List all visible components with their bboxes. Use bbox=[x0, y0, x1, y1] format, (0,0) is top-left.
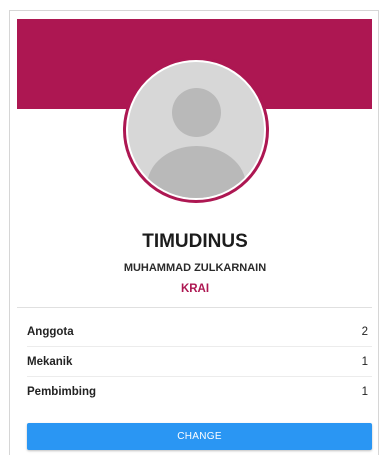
team-name: TIMUDINUS bbox=[142, 231, 248, 252]
stat-row-anggota: Anggota 2 bbox=[27, 317, 372, 347]
profile-card: TIMUDINUS MUHAMMAD ZULKARNAIN KRAI Anggo… bbox=[9, 10, 379, 455]
region-label: KRAI bbox=[180, 283, 210, 295]
user-placeholder-icon bbox=[128, 62, 264, 198]
stat-value: 1 bbox=[361, 385, 368, 398]
stat-label: Anggota bbox=[27, 325, 74, 338]
avatar-head bbox=[172, 88, 221, 137]
stat-row-pembimbing: Pembimbing 1 bbox=[27, 377, 372, 406]
avatar bbox=[123, 57, 269, 203]
leader-name: MUHAMMAD ZULKARNAIN bbox=[123, 262, 267, 274]
stat-value: 2 bbox=[361, 325, 368, 338]
divider bbox=[17, 307, 372, 308]
stat-label: Pembimbing bbox=[27, 385, 97, 398]
avatar-body bbox=[147, 146, 246, 198]
change-button[interactable]: CHANGE bbox=[27, 423, 372, 450]
stats-list: Anggota 2 Mekanik 1 Pembimbing 1 bbox=[27, 317, 372, 406]
stat-value: 1 bbox=[361, 355, 368, 368]
stat-label: Mekanik bbox=[27, 355, 73, 368]
stat-row-mekanik: Mekanik 1 bbox=[27, 347, 372, 377]
